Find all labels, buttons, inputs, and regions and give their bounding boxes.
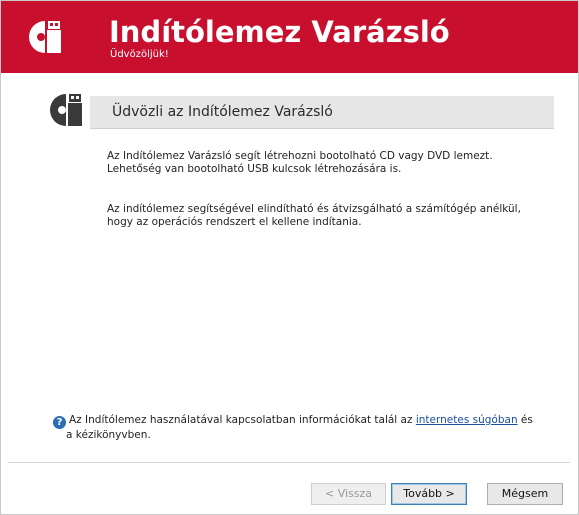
help-text: Az Indítólemez használatával kapcsolatba… bbox=[69, 414, 416, 426]
help-text-line2: a kézikönyvben. bbox=[66, 429, 151, 441]
wizard-header: Indítólemez Varázsló Üdvözöljük! bbox=[1, 1, 578, 73]
description-paragraph: Az indítólemez segítségével elindítható … bbox=[107, 203, 557, 229]
help-text-after: és bbox=[517, 414, 533, 426]
cancel-button[interactable]: Mégsem bbox=[487, 483, 563, 505]
online-help-link[interactable]: internetes súgóban bbox=[416, 414, 518, 426]
intro-line-2: Lehetőség van bootolható USB kulcsok lét… bbox=[107, 163, 402, 175]
intro-line-1: Az Indítólemez Varázsló segít létrehozni… bbox=[107, 150, 493, 162]
description-line-2: hogy az operációs rendszert el kellene i… bbox=[107, 216, 362, 228]
section-title: Üdvözli az Indítólemez Varázsló bbox=[112, 104, 333, 120]
wizard-title: Indítólemez Varázsló bbox=[109, 15, 450, 49]
section-header: Üdvözli az Indítólemez Varázsló bbox=[20, 90, 554, 132]
footer-divider bbox=[8, 462, 570, 463]
next-button[interactable]: Tovább > bbox=[391, 483, 467, 505]
intro-paragraph: Az Indítólemez Varázsló segít létrehozni… bbox=[107, 150, 557, 176]
description-line-1: Az indítólemez segítségével elindítható … bbox=[107, 203, 521, 215]
back-button[interactable]: < Vissza bbox=[311, 483, 386, 505]
help-note: ? Az Indítólemez használatával kapcsolatb… bbox=[53, 414, 553, 442]
disc-usb-icon bbox=[29, 21, 61, 53]
help-icon: ? bbox=[53, 416, 66, 429]
disc-usb-icon bbox=[50, 94, 82, 126]
wizard-subtitle: Üdvözöljük! bbox=[110, 49, 169, 60]
